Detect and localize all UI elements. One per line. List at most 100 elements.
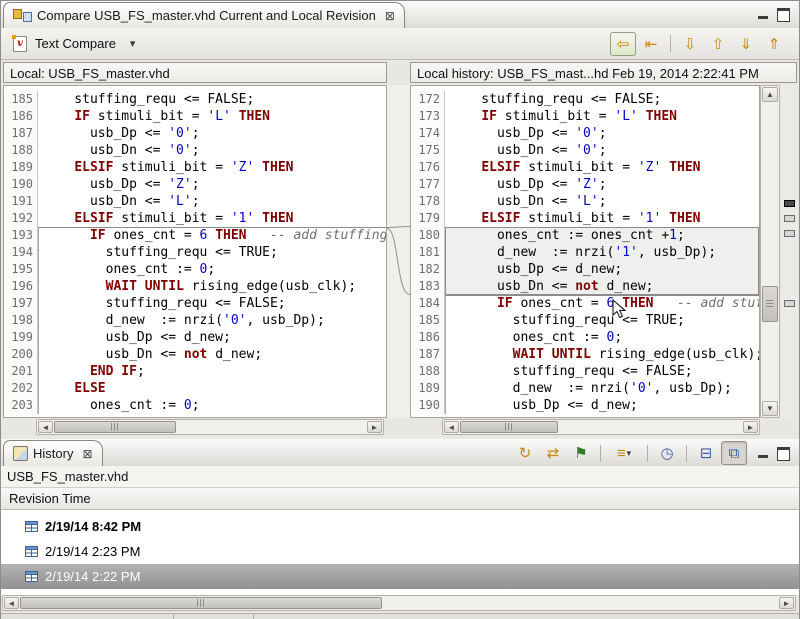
line-number: 202 <box>4 380 38 397</box>
code-text[interactable]: usb_Dp <= '0'; <box>38 125 386 142</box>
revision-time: 2/19/14 8:42 PM <box>45 519 141 534</box>
code-text[interactable]: usb_Dn <= '0'; <box>445 142 759 159</box>
close-icon[interactable]: ⊠ <box>82 447 92 461</box>
code-text[interactable]: ones_cnt := 0; <box>445 329 759 346</box>
compare-toolbar: v Text Compare ▾ ⇦⇤⇩⇧⇓⇑ <box>1 28 799 60</box>
code-line: 187 WAIT UNTIL rising_edge(usb_clk); <box>411 346 759 363</box>
pin-this-history-view-button[interactable]: ⚑ <box>568 441 594 465</box>
vertical-scroll-thumb[interactable]: ||| <box>762 286 778 322</box>
code-text[interactable]: usb_Dp <= 'Z'; <box>445 176 759 193</box>
code-text[interactable]: END IF; <box>38 363 386 380</box>
code-text[interactable]: usb_Dp <= d_new; <box>445 261 759 278</box>
next-change-button[interactable]: ⇓ <box>733 32 759 56</box>
right-code-pane[interactable]: 172 stuffing_requ <= FALSE;173 IF stimul… <box>410 85 760 418</box>
minimize-icon[interactable] <box>758 13 768 19</box>
vertical-scrollbar[interactable]: ▲ ▼ ||| <box>760 85 780 418</box>
revision-row[interactable]: 2/19/14 2:23 PM <box>1 539 799 564</box>
link-with-editor-and-selection-button[interactable]: ⇄ <box>540 441 566 465</box>
code-text[interactable]: usb_Dn <= not d_new; <box>445 278 759 295</box>
code-text[interactable]: stuffing_requ <= FALSE; <box>445 91 759 108</box>
code-text[interactable]: stuffing_requ <= TRUE; <box>38 244 386 261</box>
code-text[interactable]: ELSIF stimuli_bit = '1' THEN <box>445 210 759 227</box>
previous-difference-button[interactable]: ⇧ <box>705 32 731 56</box>
maximize-icon[interactable] <box>777 447 790 461</box>
revision-time: 2/19/14 2:22 PM <box>45 569 140 584</box>
code-text[interactable]: WAIT UNTIL rising_edge(usb_clk); <box>445 346 759 363</box>
code-text[interactable]: stuffing_requ <= FALSE; <box>445 363 759 380</box>
scroll-right-icon[interactable]: ► <box>367 421 382 433</box>
history-horizontal-scrollbar[interactable]: ◄ ► ||| <box>2 595 796 611</box>
code-text[interactable]: usb_Dn <= 'L'; <box>445 193 759 210</box>
line-number: 189 <box>411 380 445 397</box>
code-text[interactable]: usb_Dp <= 'Z'; <box>38 176 386 193</box>
overview-diff-marker[interactable] <box>784 215 795 222</box>
right-horizontal-scrollbar[interactable]: ◄ ► ||| <box>442 419 760 435</box>
compare-mode-icon: ⧉ <box>729 445 740 462</box>
date-time-format-button[interactable]: ◷ <box>654 441 680 465</box>
compare-mode-button[interactable]: ⧉ <box>721 441 747 465</box>
scroll-right-icon[interactable]: ► <box>743 421 758 433</box>
code-text[interactable]: usb_Dp <= d_new; <box>38 329 386 346</box>
code-text[interactable]: IF ones_cnt = 6 THEN -- add stuffing <box>38 227 386 244</box>
left-horizontal-scroll-thumb[interactable]: ||| <box>54 421 176 433</box>
previous-change-button[interactable]: ⇑ <box>761 32 787 56</box>
left-horizontal-scrollbar[interactable]: ◄ ► ||| <box>36 419 384 435</box>
code-text[interactable]: WAIT UNTIL rising_edge(usb_clk); <box>38 278 386 295</box>
collapse-all-button[interactable]: ⊟ <box>693 441 719 465</box>
code-text[interactable]: usb_Dn <= not d_new; <box>38 346 386 363</box>
code-text[interactable]: d_new := nrzi('0', usb_Dp); <box>445 380 759 397</box>
code-text[interactable]: stuffing_requ <= TRUE; <box>445 312 759 329</box>
code-text[interactable]: ones_cnt := 0; <box>38 261 386 278</box>
tab-history[interactable]: History ⊠ <box>3 440 103 466</box>
overview-diff-marker[interactable] <box>784 300 795 307</box>
code-text[interactable]: ones_cnt := ones_cnt +1; <box>445 227 759 244</box>
minimize-icon[interactable] <box>758 452 768 458</box>
scroll-right-icon[interactable]: ► <box>779 597 794 609</box>
maximize-icon[interactable] <box>777 8 790 22</box>
code-text[interactable]: usb_Dn <= 'L'; <box>38 193 386 210</box>
code-text[interactable]: IF ones_cnt = 6 THEN -- add stuffing <box>445 295 759 312</box>
revision-row[interactable]: 2/19/14 8:42 PM <box>1 514 799 539</box>
next-difference-button[interactable]: ⇩ <box>677 32 703 56</box>
tab-compare-editor[interactable]: Compare USB_FS_master.vhd Current and Lo… <box>3 2 405 28</box>
left-code-pane[interactable]: 185 stuffing_requ <= FALSE;186 IF stimul… <box>3 85 387 418</box>
code-line: 189 d_new := nrzi('0', usb_Dp); <box>411 380 759 397</box>
vhdl-file-icon: v <box>13 36 27 52</box>
code-line: 182 usb_Dp <= d_new; <box>411 261 759 278</box>
code-text[interactable]: usb_Dp <= '0'; <box>445 125 759 142</box>
code-text[interactable]: ELSIF stimuli_bit = 'Z' THEN <box>445 159 759 176</box>
column-header-revision-time[interactable]: Revision Time <box>1 488 799 510</box>
code-text[interactable]: ELSIF stimuli_bit = '1' THEN <box>38 210 386 227</box>
revision-row[interactable]: 2/19/14 2:22 PM <box>1 564 799 589</box>
chevron-down-icon[interactable]: ▾ <box>130 37 136 50</box>
history-tab-title: History <box>33 446 73 461</box>
copy-all-from-right-to-left-button[interactable]: ⇦ <box>610 32 636 56</box>
scroll-up-icon[interactable]: ▲ <box>762 87 778 102</box>
code-text[interactable]: usb_Dn <= '0'; <box>38 142 386 159</box>
right-horizontal-scroll-thumb[interactable]: ||| <box>460 421 558 433</box>
overview-diff-marker[interactable] <box>784 200 795 207</box>
code-text[interactable]: IF stimuli_bit = 'L' THEN <box>445 108 759 125</box>
scroll-down-icon[interactable]: ▼ <box>762 401 778 416</box>
code-text[interactable]: ELSIF stimuli_bit = 'Z' THEN <box>38 159 386 176</box>
code-text[interactable]: stuffing_requ <= FALSE; <box>38 295 386 312</box>
refresh-button[interactable]: ↻ <box>512 441 538 465</box>
code-text[interactable]: d_new := nrzi('1', usb_Dp); <box>445 244 759 261</box>
line-number: 177 <box>411 176 445 193</box>
scroll-left-icon[interactable]: ◄ <box>4 597 19 609</box>
overview-diff-marker[interactable] <box>784 230 795 237</box>
copy-current-change-from-right-to-left-button[interactable]: ⇤ <box>638 32 664 56</box>
code-text[interactable]: IF stimuli_bit = 'L' THEN <box>38 108 386 125</box>
code-text[interactable]: d_new := nrzi('0', usb_Dp); <box>38 312 386 329</box>
code-text[interactable]: usb_Dp <= d_new; <box>445 397 759 414</box>
code-text[interactable]: ELSE <box>38 380 386 397</box>
scroll-left-icon[interactable]: ◄ <box>444 421 459 433</box>
line-number: 194 <box>4 244 38 261</box>
code-text[interactable]: stuffing_requ <= FALSE; <box>38 91 386 108</box>
scroll-left-icon[interactable]: ◄ <box>38 421 53 433</box>
close-icon[interactable]: ⊠ <box>385 9 395 23</box>
history-horizontal-scroll-thumb[interactable]: ||| <box>20 597 382 609</box>
code-text[interactable]: ones_cnt := 0; <box>38 397 386 414</box>
code-line: 173 IF stimuli_bit = 'L' THEN <box>411 108 759 125</box>
group-revisions-button[interactable]: ≡▾ <box>607 441 641 465</box>
